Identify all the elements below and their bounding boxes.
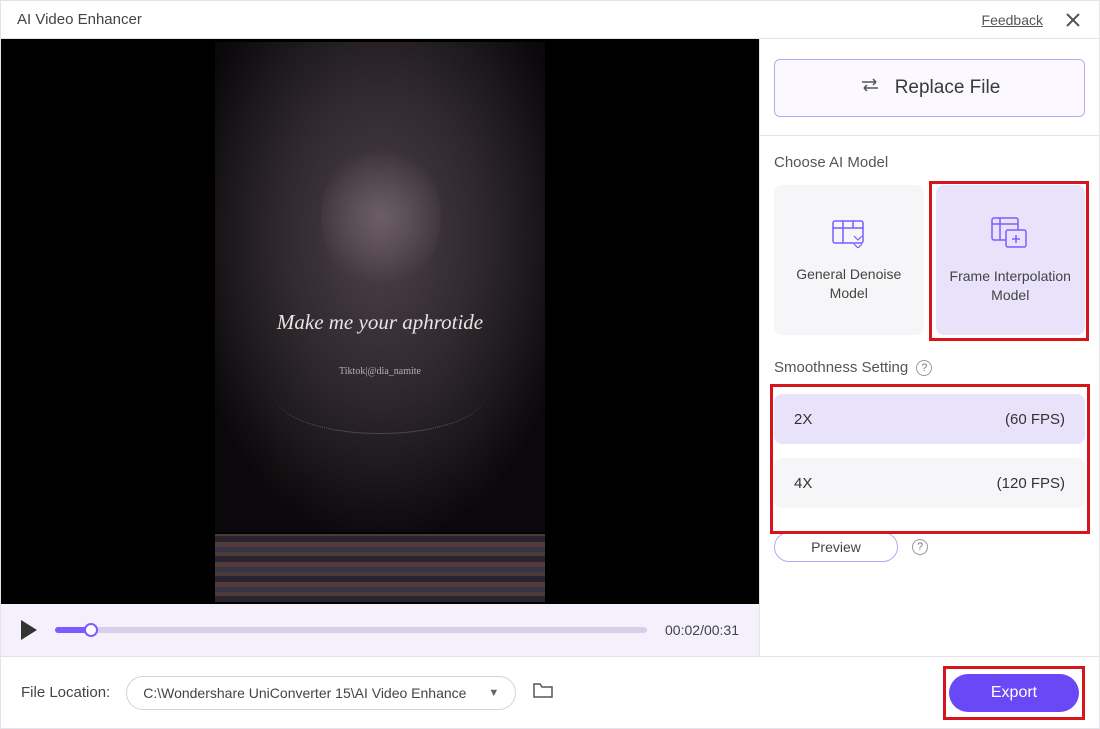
video-frame: Make me your aphrotide Tiktok|@dia_namit… <box>215 42 545 602</box>
video-caption: Make me your aphrotide <box>215 310 545 335</box>
app-title: AI Video Enhancer <box>17 11 142 28</box>
preview-button[interactable]: Preview <box>774 532 898 562</box>
video-subcaption: Tiktok|@dia_namite <box>215 366 545 377</box>
denoise-icon <box>830 218 868 251</box>
smoothness-label: Smoothness Setting <box>774 359 908 376</box>
settings-panel: Replace File Choose AI Model Ge <box>759 39 1099 656</box>
model-label: Frame Interpolation Model <box>946 267 1076 305</box>
playback-bar: 00:02/00:31 <box>1 604 759 656</box>
smoothness-option-2x[interactable]: 2X (60 FPS) <box>774 394 1085 444</box>
preview-column: Make me your aphrotide Tiktok|@dia_namit… <box>1 39 759 656</box>
file-location-select[interactable]: C:\Wondershare UniConverter 15\AI Video … <box>126 676 516 710</box>
model-label: General Denoise Model <box>784 265 914 303</box>
seek-slider[interactable] <box>55 627 647 633</box>
titlebar: AI Video Enhancer Feedback <box>1 1 1099 39</box>
smoothness-mult: 2X <box>794 411 812 428</box>
replace-file-label: Replace File <box>895 77 1001 99</box>
help-icon[interactable]: ? <box>916 360 932 376</box>
smoothness-fps: (120 FPS) <box>997 475 1065 492</box>
folder-icon[interactable] <box>532 681 554 704</box>
help-icon[interactable]: ? <box>912 539 928 555</box>
chevron-down-icon: ▼ <box>488 687 499 699</box>
app-window: AI Video Enhancer Feedback Make me your … <box>0 0 1100 729</box>
replace-file-button[interactable]: Replace File <box>774 59 1085 117</box>
play-icon[interactable] <box>21 620 37 640</box>
swap-icon <box>859 77 881 99</box>
export-button[interactable]: Export <box>949 674 1079 712</box>
choose-model-label: Choose AI Model <box>774 154 1085 171</box>
smoothness-fps: (60 FPS) <box>1005 411 1065 428</box>
file-location-label: File Location: <box>21 684 110 701</box>
footer-bar: File Location: C:\Wondershare UniConvert… <box>1 656 1099 728</box>
feedback-link[interactable]: Feedback <box>982 12 1043 28</box>
smoothness-label-row: Smoothness Setting ? <box>774 359 1085 376</box>
model-options: General Denoise Model Frame Interpolatio… <box>774 185 1085 335</box>
smoothness-option-4x[interactable]: 4X (120 FPS) <box>774 458 1085 508</box>
frame-interpolation-icon <box>990 216 1030 253</box>
video-preview[interactable]: Make me your aphrotide Tiktok|@dia_namit… <box>1 39 759 604</box>
model-general-denoise[interactable]: General Denoise Model <box>774 185 924 335</box>
file-location-path: C:\Wondershare UniConverter 15\AI Video … <box>143 685 466 701</box>
close-icon[interactable] <box>1063 10 1083 30</box>
smoothness-options: 2X (60 FPS) 4X (120 FPS) <box>774 390 1085 512</box>
timecode: 00:02/00:31 <box>665 622 739 638</box>
smoothness-mult: 4X <box>794 475 812 492</box>
model-frame-interpolation[interactable]: Frame Interpolation Model <box>936 185 1086 335</box>
